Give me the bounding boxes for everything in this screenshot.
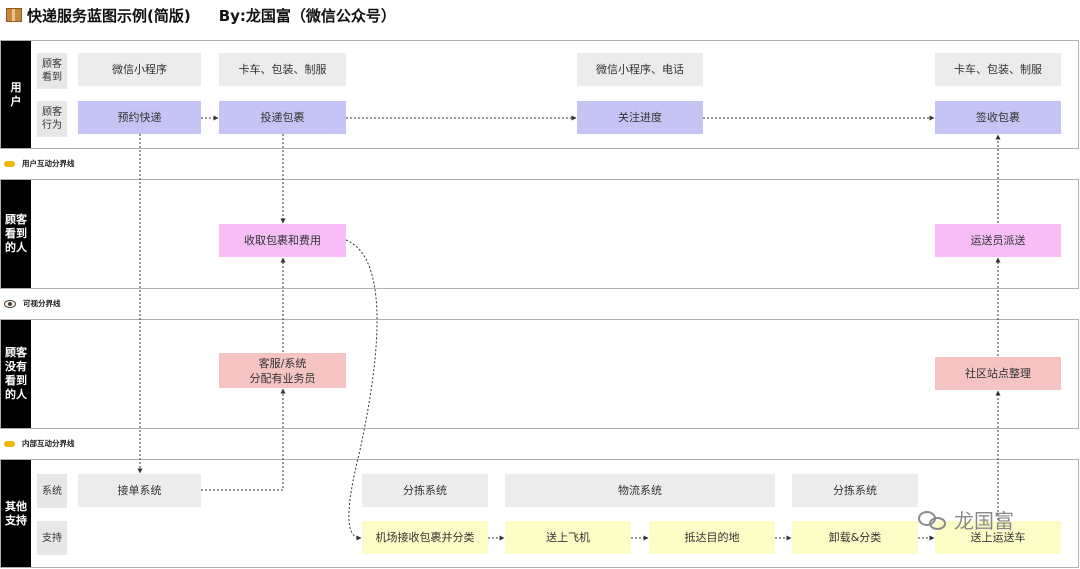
flow-arrows bbox=[137, 115, 1001, 541]
watermark: 龙国富 bbox=[918, 505, 1014, 534]
arrow-order-system-to-assign bbox=[201, 388, 286, 491]
wechat-icon bbox=[918, 509, 948, 531]
watermark-text: 龙国富 bbox=[954, 509, 1014, 533]
arrow-collect-to-airport bbox=[345, 239, 378, 541]
